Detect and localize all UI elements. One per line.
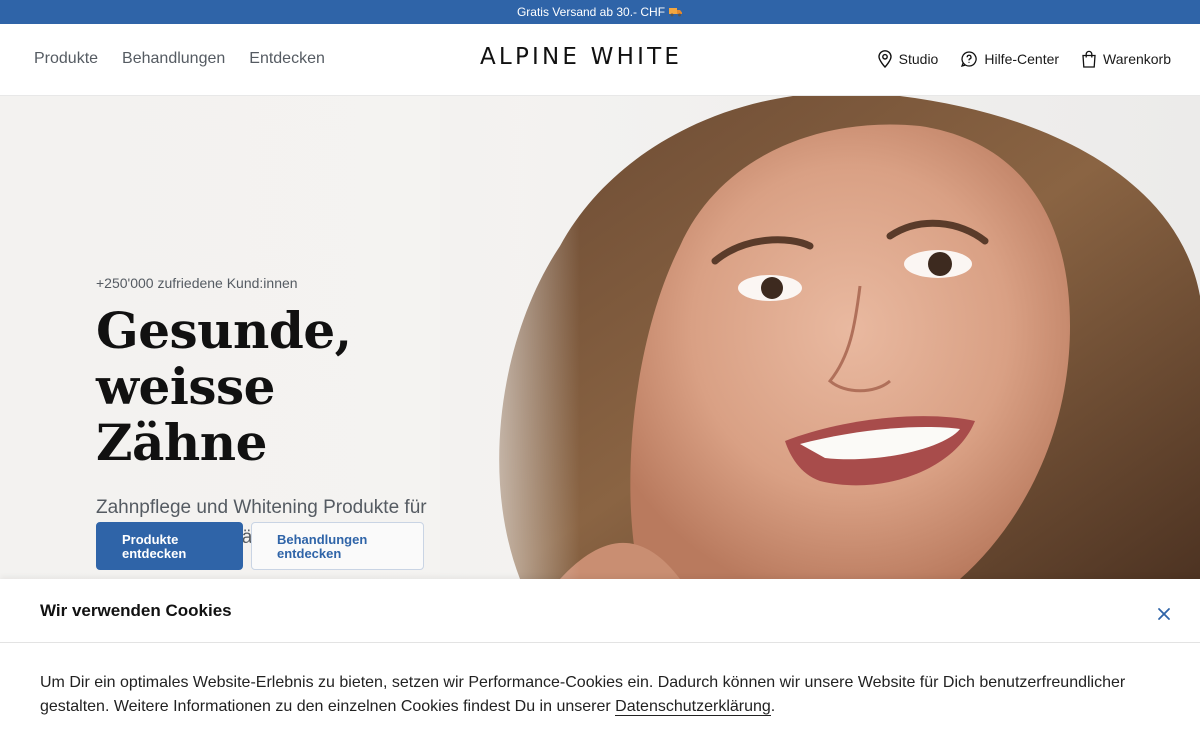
customer-count: +250'000 zufriedene Kund:innen — [96, 275, 298, 291]
cookie-banner-header: Wir verwenden Cookies — [0, 579, 1200, 643]
privacy-policy-link[interactable]: Datenschutzerklärung — [615, 698, 771, 716]
hero-headline: Gesunde, weisse Zähne — [96, 303, 456, 471]
site-header: Produkte Behandlungen Entdecken ALPINE W… — [0, 24, 1200, 96]
cookie-body-end: . — [770, 698, 776, 715]
nav-entdecken[interactable]: Entdecken — [249, 50, 325, 68]
announcement-bar: Gratis Versand ab 30.- CHF — [0, 0, 1200, 24]
cart-label: Warenkorb — [1103, 51, 1171, 67]
cookie-banner-title: Wir verwenden Cookies — [40, 601, 232, 620]
hero-copy: +250'000 zufriedene Kund:innen Gesunde, … — [96, 275, 456, 553]
main-nav: Produkte Behandlungen Entdecken — [34, 24, 325, 94]
headline-line-2: weisse Zähne — [96, 357, 275, 472]
announcement-text: Gratis Versand ab 30.- CHF — [516, 5, 666, 19]
explore-treatments-button[interactable]: Behandlungen entdecken — [251, 522, 424, 570]
close-icon[interactable] — [1156, 606, 1172, 622]
cookie-body-text: Um Dir ein optimales Website-Erlebnis zu… — [40, 674, 1126, 715]
truck-icon — [669, 7, 683, 17]
studio-label: Studio — [898, 51, 939, 67]
help-chat-icon — [960, 50, 978, 68]
utility-nav: Studio Hilfe-Center Warenkorb — [877, 24, 1171, 94]
hero-buttons: Produkte entdecken Behandlungen entdecke… — [96, 522, 424, 570]
location-pin-icon — [877, 50, 893, 68]
explore-products-button[interactable]: Produkte entdecken — [96, 522, 243, 570]
shopping-bag-icon — [1081, 50, 1097, 68]
hero-section: +250'000 zufriedene Kund:innen Gesunde, … — [0, 96, 1200, 579]
studio-link[interactable]: Studio — [877, 50, 939, 68]
nav-produkte[interactable]: Produkte — [34, 50, 98, 68]
help-center-label: Hilfe-Center — [984, 51, 1060, 67]
cookie-banner: Wir verwenden Cookies Um Dir ein optimal… — [0, 579, 1200, 750]
brand-logo[interactable]: ALPINE WHITE — [480, 44, 716, 74]
help-center-link[interactable]: Hilfe-Center — [960, 50, 1059, 68]
cart-link[interactable]: Warenkorb — [1081, 50, 1171, 68]
headline-line-1: Gesunde, — [96, 301, 352, 360]
cookie-banner-text: Um Dir ein optimales Website-Erlebnis zu… — [40, 671, 1140, 719]
nav-behandlungen[interactable]: Behandlungen — [122, 50, 225, 68]
